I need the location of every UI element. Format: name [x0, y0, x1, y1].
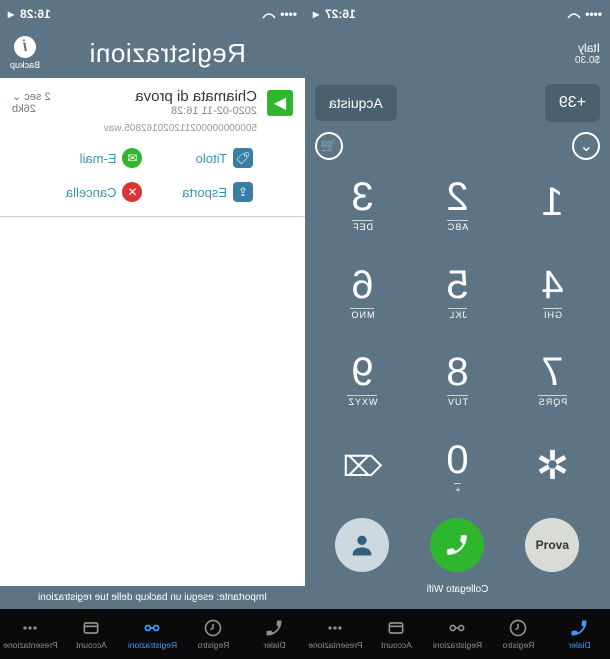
status-bar: •••• 16:27 ◂: [305, 0, 610, 28]
delete-icon: ✕: [123, 182, 143, 202]
tab-account[interactable]: Account: [366, 609, 427, 659]
tag-icon: 🏷: [233, 148, 253, 168]
chevron-down-icon: ⌄: [12, 91, 21, 103]
status-time: 16:27: [325, 7, 356, 21]
tab-dialer[interactable]: Dialer: [244, 609, 305, 659]
signal-dots: ••••: [567, 7, 602, 21]
tab-registro[interactable]: Registro: [488, 609, 549, 659]
backup-button[interactable]: i Backup: [10, 36, 40, 70]
tab-presentazione[interactable]: Presentazione: [305, 609, 366, 659]
recording-filename: 500000000002112020162805.wav: [12, 123, 257, 134]
action-delete[interactable]: ✕Cancella: [32, 182, 143, 202]
key-8[interactable]: 8TUV: [410, 335, 505, 423]
tab-dialer[interactable]: Dialer: [549, 609, 610, 659]
dialer-topbar: Italy $0.30: [305, 28, 610, 78]
tab-bar: Dialer Registro Registrazioni Account Pr…: [0, 609, 305, 659]
recordings-list: ▶ Chiamata di prova 2020-02-11 16:28 2 s…: [0, 78, 305, 586]
tab-registrazioni[interactable]: Registrazioni: [122, 609, 183, 659]
prova-button[interactable]: Prova: [526, 518, 580, 572]
prefix-button[interactable]: +39: [545, 84, 600, 122]
recordings-topbar: Registrazioni i Backup: [0, 28, 305, 78]
key-1[interactable]: 1: [505, 160, 600, 248]
recording-date: 2020-02-11 16:28: [61, 105, 257, 117]
action-export[interactable]: ⇪Esporta: [143, 182, 254, 202]
buy-button[interactable]: Acquista: [315, 85, 397, 121]
balance-label: $0.30: [575, 55, 600, 66]
cart-icon[interactable]: 🛒: [315, 132, 343, 160]
key-9[interactable]: 9WXYZ: [315, 335, 410, 423]
key-7[interactable]: 7PQRS: [505, 335, 600, 423]
key-4[interactable]: 4GHI: [505, 248, 600, 336]
chevron-down-icon[interactable]: ⌄: [572, 132, 600, 160]
tab-registrazioni[interactable]: Registrazioni: [427, 609, 488, 659]
footer-hint: Importante: esegui un backup delle tue r…: [0, 586, 305, 609]
key-6[interactable]: 6MNO: [315, 248, 410, 336]
export-icon: ⇪: [233, 182, 253, 202]
call-button[interactable]: [431, 518, 485, 572]
play-button[interactable]: ▶: [267, 90, 293, 116]
recordings-phone: •••• 16:28 ◂ Registrazioni i Backup ▶ Ch…: [0, 0, 305, 659]
recording-size: 26kb: [12, 103, 51, 115]
info-icon: i: [14, 36, 36, 58]
recording-item[interactable]: ▶ Chiamata di prova 2020-02-11 16:28 2 s…: [0, 78, 305, 217]
connection-status: Collegato Wifi: [315, 580, 600, 599]
contacts-button[interactable]: [336, 518, 390, 572]
keypad: 1 2ABC 3DEF 4GHI 5JKL 6MNO 7PQRS 8TUV 9W…: [315, 160, 600, 510]
key-backspace[interactable]: ⌫: [315, 423, 410, 511]
action-title[interactable]: 🏷Titolo: [143, 148, 254, 168]
signal-dots: ••••: [262, 7, 297, 21]
dialer-phone: •••• 16:27 ◂ Italy $0.30 +39 Acquista ⌄ …: [305, 0, 610, 659]
status-bar: •••• 16:28 ◂: [0, 0, 305, 28]
recording-duration: 2 sec ⌄: [12, 90, 51, 103]
tab-bar: Dialer Registro Registrazioni Account Pr…: [305, 609, 610, 659]
dialer-panel: +39 Acquista ⌄ 🛒 1 2ABC 3DEF 4GHI 5JKL 6…: [305, 78, 610, 609]
battery-icon: ◂: [313, 7, 319, 21]
recording-name: Chiamata di prova: [61, 88, 257, 105]
tab-account[interactable]: Account: [61, 609, 122, 659]
tab-registro[interactable]: Registro: [183, 609, 244, 659]
country-label: Italy: [575, 41, 600, 55]
email-icon: ✉: [123, 148, 143, 168]
key-2[interactable]: 2ABC: [410, 160, 505, 248]
page-title: Registrazioni: [40, 38, 295, 69]
key-0[interactable]: 0+: [410, 423, 505, 511]
key-5[interactable]: 5JKL: [410, 248, 505, 336]
dialer-actions: Prova: [315, 510, 600, 580]
action-email[interactable]: ✉E-mail: [32, 148, 143, 168]
status-time: 16:28: [20, 7, 51, 21]
tab-presentazione[interactable]: Presentazione: [0, 609, 61, 659]
key-star[interactable]: ✲: [505, 423, 600, 511]
battery-icon: ◂: [8, 7, 14, 21]
key-3[interactable]: 3DEF: [315, 160, 410, 248]
